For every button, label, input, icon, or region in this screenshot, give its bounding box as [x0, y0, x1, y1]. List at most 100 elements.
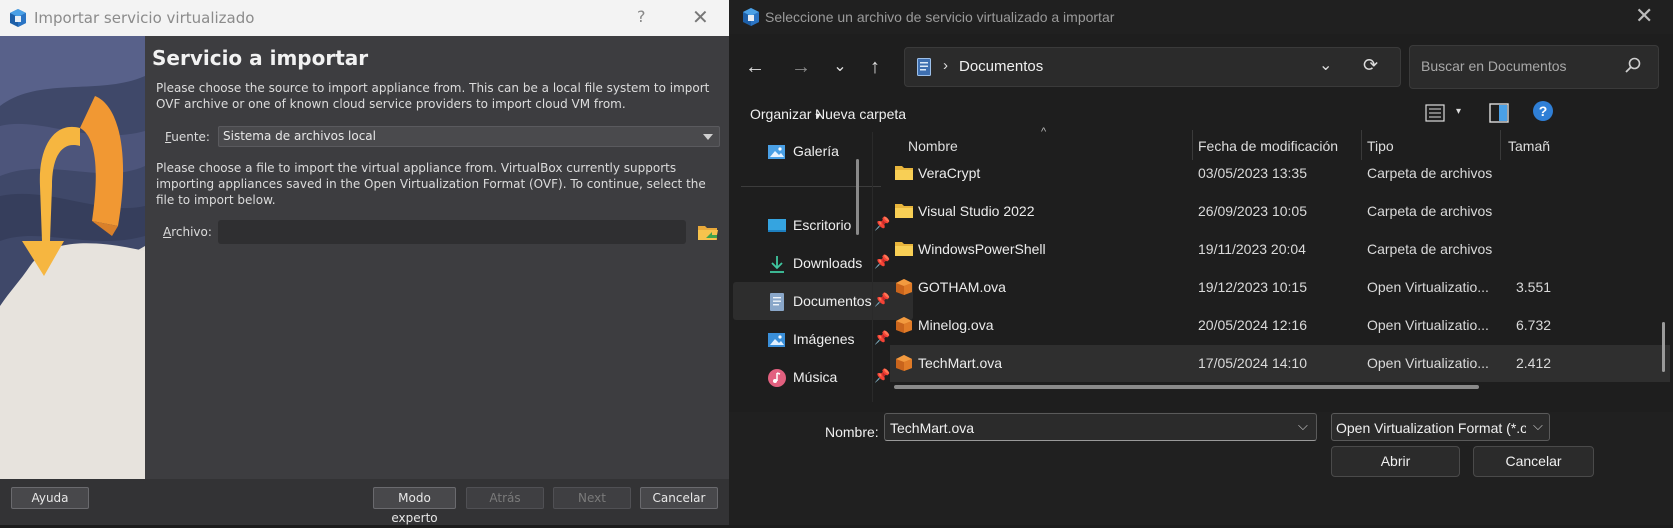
file-type: Open Virtualizatio... [1367, 355, 1489, 371]
source-select-value: Sistema de archivos local [223, 129, 376, 143]
sidebar-item-galeria[interactable]: Galería [733, 132, 913, 170]
virtualbox-icon [743, 8, 759, 26]
file-label: Archivo: [163, 225, 212, 239]
pin-icon: 📌 [874, 330, 891, 345]
close-button[interactable]: ✕ [692, 5, 709, 29]
file-name: GOTHAM.ova [918, 279, 1006, 295]
vertical-scrollbar[interactable] [1662, 322, 1665, 372]
source-description: Please choose the source to import appli… [156, 81, 710, 111]
file-type: Open Virtualizatio... [1367, 279, 1489, 295]
sidebar-item-downloads[interactable]: Downloads 📌 [733, 244, 913, 282]
import-illustration [0, 36, 145, 479]
document-icon [917, 58, 931, 76]
new-folder-button[interactable]: Nueva carpeta [815, 106, 906, 122]
file-name: TechMart.ova [918, 355, 1003, 371]
virtualbox-icon [10, 9, 26, 27]
sidebar-item-escritorio[interactable]: Escritorio 📌 [733, 206, 913, 244]
sidebar-item-musica[interactable]: Música 📌 [733, 358, 913, 396]
view-options-dropdown[interactable]: ▾ [1456, 106, 1461, 117]
up-arrow-button[interactable]: ↑ [857, 50, 893, 84]
sidebar-item-label: Galería [793, 143, 839, 159]
folder-icon [895, 204, 913, 218]
file-modified: 03/05/2023 13:35 [1198, 165, 1307, 181]
sidebar-item-label: Imágenes [793, 331, 855, 347]
filename-combobox[interactable]: ⌵ [884, 413, 1317, 441]
file-type: Carpeta de archivos [1367, 241, 1493, 257]
recent-locations-button[interactable]: ⌄ [822, 50, 858, 84]
horizontal-scrollbar[interactable] [894, 385, 1479, 389]
pin-icon: 📌 [874, 292, 891, 307]
breadcrumb-documentos[interactable]: Documentos [959, 58, 1043, 75]
column-header-name[interactable]: Nombre [908, 138, 958, 154]
file-row-minelog-ova[interactable]: Minelog.ova 20/05/2024 12:16 Open Virtua… [890, 307, 1670, 344]
sidebar-item-label: Downloads [793, 255, 863, 271]
expert-mode-button[interactable]: Modo experto [373, 487, 456, 525]
dialog-title-bar: Seleccione un archivo de servicio virtua… [729, 0, 1673, 34]
file-name: Visual Studio 2022 [918, 203, 1035, 219]
navigation-scrollbar[interactable] [856, 159, 859, 235]
file-type: Open Virtualizatio... [1367, 317, 1489, 333]
file-row-veracrypt[interactable]: VeraCrypt 03/05/2023 13:35 Carpeta de ar… [890, 155, 1670, 192]
ova-package-icon [896, 317, 912, 333]
help-button-footer[interactable]: Ayuda [11, 487, 89, 509]
source-label: Fuente: [165, 130, 210, 144]
back-button[interactable]: Atrás [466, 487, 544, 509]
dialog-cancel-button[interactable]: Cancelar [1473, 446, 1594, 477]
file-description: Please choose a file to import the virtu… [156, 161, 706, 207]
file-modified: 17/05/2024 14:10 [1198, 355, 1307, 371]
source-select[interactable]: Sistema de archivos local [218, 126, 720, 147]
file-size: 2.412 [1516, 355, 1552, 371]
address-dropdown-button[interactable]: ⌄ [1319, 55, 1332, 75]
column-header-type[interactable]: Tipo [1367, 138, 1394, 154]
file-row-windowspowershell[interactable]: WindowsPowerShell 19/11/2023 20:04 Carpe… [890, 231, 1670, 268]
refresh-button[interactable]: ⟳ [1363, 55, 1378, 76]
chevron-down-icon [703, 134, 713, 140]
file-row-visual-studio-2022[interactable]: Visual Studio 2022 26/09/2023 10:05 Carp… [890, 193, 1670, 230]
page-title: Servicio a importar [152, 46, 369, 70]
file-modified: 19/11/2023 20:04 [1198, 241, 1306, 257]
file-modified: 20/05/2024 12:16 [1198, 317, 1307, 333]
search-box[interactable] [1409, 45, 1659, 89]
column-header-modified[interactable]: Fecha de modificación [1198, 138, 1338, 154]
wizard-side-illustration [0, 36, 145, 479]
open-folder-icon[interactable] [697, 222, 719, 242]
file-row-gotham-ova[interactable]: GOTHAM.ova 19/12/2023 10:15 Open Virtual… [890, 269, 1670, 306]
pin-icon: 📌 [874, 254, 891, 269]
search-input[interactable] [1419, 57, 1623, 75]
desktop-icon [768, 219, 786, 232]
folder-icon [895, 242, 913, 256]
file-type-select[interactable]: Open Virtualization Format (*.ov ⌵ [1331, 413, 1550, 441]
next-button[interactable]: Next [553, 487, 631, 509]
file-path-field[interactable] [218, 220, 686, 244]
pin-icon: 📌 [874, 368, 891, 383]
cancel-button[interactable]: Cancelar [640, 487, 718, 509]
sidebar-item-documentos[interactable]: Documentos 📌 [733, 282, 913, 320]
sidebar-divider [741, 186, 881, 187]
preview-pane-icon[interactable] [1489, 103, 1509, 123]
file-row-techmart-ova[interactable]: TechMart.ova 17/05/2024 14:10 Open Virtu… [890, 345, 1670, 382]
address-bar[interactable]: › Documentos ⌄ ⟳ [904, 47, 1401, 87]
dialog-title: Seleccione un archivo de servicio virtua… [765, 9, 1115, 25]
help-icon[interactable]: ? [1533, 101, 1553, 121]
pin-icon: 📌 [874, 216, 891, 231]
file-modified: 19/12/2023 10:15 [1198, 279, 1307, 295]
view-details-icon[interactable] [1425, 104, 1445, 122]
chevron-down-icon[interactable]: ⌵ [1298, 418, 1308, 434]
back-arrow-button[interactable]: ← [737, 50, 773, 84]
sort-ascending-icon: ^ [1041, 126, 1047, 138]
open-button[interactable]: Abrir [1331, 446, 1460, 477]
dialog-close-button[interactable]: ✕ [1635, 3, 1653, 29]
sidebar-item-imagenes[interactable]: Imágenes 📌 [733, 320, 913, 358]
forward-arrow-button[interactable]: → [783, 50, 819, 84]
pictures-icon [768, 333, 785, 347]
ova-package-icon [896, 279, 912, 295]
file-name: VeraCrypt [918, 165, 981, 181]
organize-menu[interactable]: Organizar ▾ [750, 106, 820, 122]
file-type: Carpeta de archivos [1367, 165, 1493, 181]
file-name: WindowsPowerShell [918, 241, 1046, 257]
file-type: Carpeta de archivos [1367, 203, 1493, 219]
help-button[interactable]: ? [637, 7, 646, 26]
column-header-size[interactable]: Tamañ [1508, 138, 1550, 154]
filename-input[interactable] [888, 419, 1292, 437]
file-size: 6.732 [1516, 317, 1552, 333]
